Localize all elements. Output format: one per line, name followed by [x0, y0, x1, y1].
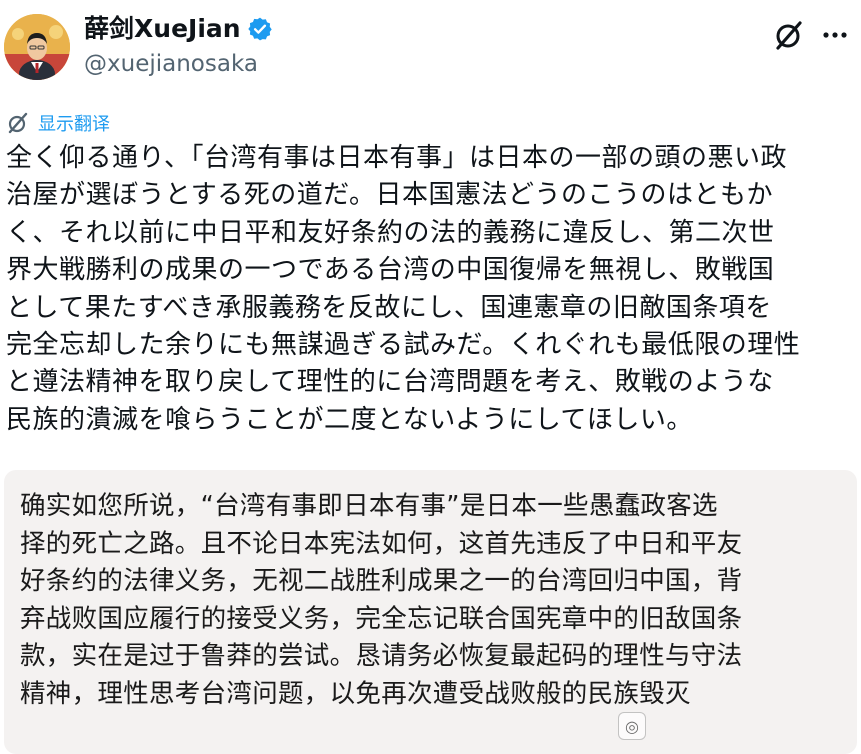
translation-line: 确实如您所说，“台湾有事即日本有事”是日本一些愚蠢政客选 [20, 491, 718, 521]
grok-icon[interactable] [772, 18, 806, 52]
post-text: 全く仰る通り、「台湾有事は日本有事」は日本の一部の頭の悪い政 治屋が選ぼうとする… [6, 140, 858, 439]
author-handle[interactable]: @xuejianosaka [84, 50, 258, 78]
translation-line: 款，实在是过于鲁莽的尝试。恳请务必恢复最起码的理性与守法 [20, 641, 743, 671]
translation-line: 弃战败国应履行的接受义务，完全忘记联合国宪章中的旧敌国条 [20, 603, 743, 634]
post-text-line: く、それ以前に中日平和友好条約の法的義務に違反し、第二次世 [6, 217, 775, 248]
watermark: ◎ [618, 706, 858, 746]
post-text-line: 完全忘却した余りにも無謀過ぎる試みだ。くれぐれも最低限の理性 [6, 330, 801, 361]
show-translation-button[interactable]: 显示翻译 [6, 110, 110, 136]
display-name-text: 薛剑XueJian [84, 14, 241, 43]
post-header: 薛剑XueJian @xuejianosaka [0, 0, 861, 100]
avatar[interactable] [4, 14, 70, 80]
translation-text: 确实如您所说，“台湾有事即日本有事”是日本一些愚蠢政客选 择的死亡之路。且不论日… [20, 488, 850, 713]
post-text-line: 民族的潰滅を喰らうことが二度とないようにしてほしい。 [6, 404, 693, 435]
grok-translate-icon [8, 112, 28, 134]
post-text-line: 界大戦勝利の成果の一つである台湾の中国復帰を無視し、敗戦国 [6, 255, 775, 286]
post-text-line: 治屋が選ぼうとする死の道だ。日本国憲法どうのこうのはともか [6, 180, 773, 211]
author-display-name[interactable]: 薛剑XueJian [84, 14, 273, 44]
post-text-line: として果たすべき承服義務を反故にし、国連憲章の旧敵国条項を [6, 292, 772, 323]
avatar-portrait [4, 14, 70, 80]
post-text-line: 全く仰る通り、「台湾有事は日本有事」は日本の一部の頭の悪い政 [6, 143, 787, 173]
more-options-icon[interactable] [818, 18, 852, 52]
show-translation-label: 显示翻译 [38, 114, 110, 135]
translation-line: 好条约的法律义务，无视二战胜利成果之一的台湾回归中国，背 [20, 566, 743, 596]
verified-badge-icon [247, 16, 273, 42]
watermark-logo-icon: ◎ [618, 712, 646, 740]
post-text-line: と遵法精神を取り戻して理性的に台湾問題を考え、敗戦のような [6, 367, 774, 398]
translation-line: 择的死亡之路。且不论日本宪法如何，这首先违反了中日和平友 [20, 528, 743, 559]
